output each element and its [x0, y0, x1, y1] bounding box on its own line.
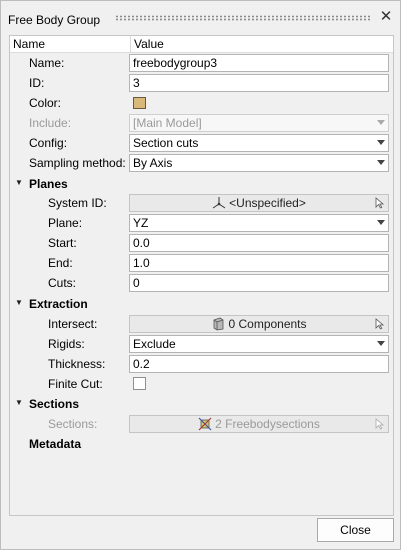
config-dropdown[interactable]: Section cuts	[129, 134, 389, 152]
row-end: End: 1.0	[10, 253, 393, 273]
free-body-group-window: Free Body Group ✕ Name Value Name: freeb…	[0, 0, 401, 550]
chevron-down-icon[interactable]	[377, 140, 385, 145]
row-sampling-method: Sampling method: By Axis	[10, 153, 393, 173]
row-thickness: Thickness: 0.2	[10, 354, 393, 374]
row-include: Include: [Main Model]	[10, 113, 393, 133]
drag-grip-handle[interactable]	[115, 15, 371, 21]
color-label: Color:	[29, 96, 62, 110]
section-planes[interactable]: ▼ Planes	[10, 174, 393, 194]
plane-dropdown[interactable]: YZ	[129, 214, 389, 232]
column-header-name: Name	[13, 37, 46, 51]
window-title: Free Body Group	[8, 13, 101, 27]
intersect-label: Intersect:	[48, 317, 98, 331]
collapse-arrow-icon[interactable]: ▼	[15, 178, 25, 188]
chevron-down-icon[interactable]	[377, 220, 385, 225]
include-value: [Main Model]	[133, 116, 202, 130]
sampling-method-dropdown[interactable]: By Axis	[129, 154, 389, 172]
intersect-picker[interactable]: 0 Components	[129, 315, 389, 333]
color-swatch[interactable]	[133, 97, 146, 109]
component-icon	[214, 317, 224, 331]
cuts-field[interactable]: 0	[129, 274, 389, 292]
chevron-down-icon	[377, 120, 385, 125]
collapse-arrow-icon[interactable]: ▼	[15, 298, 25, 308]
include-label: Include:	[29, 116, 72, 130]
pick-cursor-icon	[375, 418, 385, 430]
config-label: Config:	[29, 136, 68, 150]
thickness-label: Thickness:	[48, 357, 106, 371]
system-id-picker[interactable]: <Unspecified>	[129, 194, 389, 212]
rigids-value: Exclude	[133, 337, 176, 351]
sections-title: Sections	[29, 397, 80, 411]
row-plane: Plane: YZ	[10, 213, 393, 233]
sections-picker: 2 Freebodysections	[129, 415, 389, 433]
free-body-section-icon	[198, 417, 212, 431]
row-finite-cut: Finite Cut:	[10, 374, 393, 394]
section-extraction[interactable]: ▼ Extraction	[10, 294, 393, 314]
thickness-field[interactable]: 0.2	[129, 355, 389, 373]
column-header-value: Value	[134, 37, 164, 51]
end-label: End:	[48, 256, 73, 270]
section-sections[interactable]: ▼ Sections	[10, 394, 393, 414]
name-field[interactable]: freebodygroup3	[129, 54, 389, 72]
name-label: Name:	[29, 56, 65, 70]
include-dropdown: [Main Model]	[129, 114, 389, 132]
row-rigids: Rigids: Exclude	[10, 334, 393, 354]
sampling-method-value: By Axis	[133, 156, 173, 170]
sections-label: Sections:	[48, 417, 98, 431]
property-panel: Name Value Name: freebodygroup3 ID: 3 Co…	[9, 35, 394, 516]
config-value: Section cuts	[133, 136, 199, 150]
rigids-dropdown[interactable]: Exclude	[129, 335, 389, 353]
chevron-down-icon[interactable]	[377, 341, 385, 346]
column-divider[interactable]	[130, 36, 131, 53]
intersect-value: 0 Components	[228, 317, 307, 331]
start-field[interactable]: 0.0	[129, 234, 389, 252]
extraction-title: Extraction	[29, 297, 88, 311]
id-field[interactable]: 3	[129, 74, 389, 92]
row-intersect: Intersect: 0 Components	[10, 314, 393, 334]
start-label: Start:	[48, 236, 77, 250]
chevron-down-icon[interactable]	[377, 160, 385, 165]
close-icon[interactable]: ✕	[379, 9, 393, 24]
close-button[interactable]: Close	[317, 518, 394, 542]
row-id: ID: 3	[10, 73, 393, 93]
plane-label: Plane:	[48, 216, 83, 230]
planes-title: Planes	[29, 177, 68, 191]
row-system-id: System ID: <Unspecified>	[10, 193, 393, 213]
rigids-label: Rigids:	[48, 337, 85, 351]
row-cuts: Cuts: 0	[10, 273, 393, 293]
id-label: ID:	[29, 76, 45, 90]
row-name: Name: freebodygroup3	[10, 53, 393, 73]
title-bar[interactable]: Free Body Group ✕	[1, 1, 400, 31]
cuts-label: Cuts:	[48, 276, 77, 290]
row-start: Start: 0.0	[10, 233, 393, 253]
section-metadata[interactable]: Metadata	[10, 434, 393, 454]
row-config: Config: Section cuts	[10, 133, 393, 153]
system-id-label: System ID:	[48, 196, 107, 210]
pick-cursor-icon	[375, 318, 385, 330]
finite-cut-label: Finite Cut:	[48, 377, 103, 391]
end-field[interactable]: 1.0	[129, 254, 389, 272]
metadata-title: Metadata	[29, 437, 82, 451]
collapse-arrow-icon[interactable]: ▼	[15, 398, 25, 408]
finite-cut-checkbox[interactable]	[133, 377, 146, 390]
plane-value: YZ	[133, 216, 149, 230]
system-id-value: <Unspecified>	[229, 196, 306, 210]
column-header: Name Value	[10, 36, 393, 53]
sections-value: 2 Freebodysections	[215, 417, 320, 431]
pick-cursor-icon	[375, 197, 385, 209]
sampling-method-label: Sampling method:	[29, 156, 126, 170]
row-color: Color:	[10, 93, 393, 113]
row-sections: Sections: 2 Freebodysections	[10, 414, 393, 434]
coordinate-system-icon	[212, 197, 226, 209]
